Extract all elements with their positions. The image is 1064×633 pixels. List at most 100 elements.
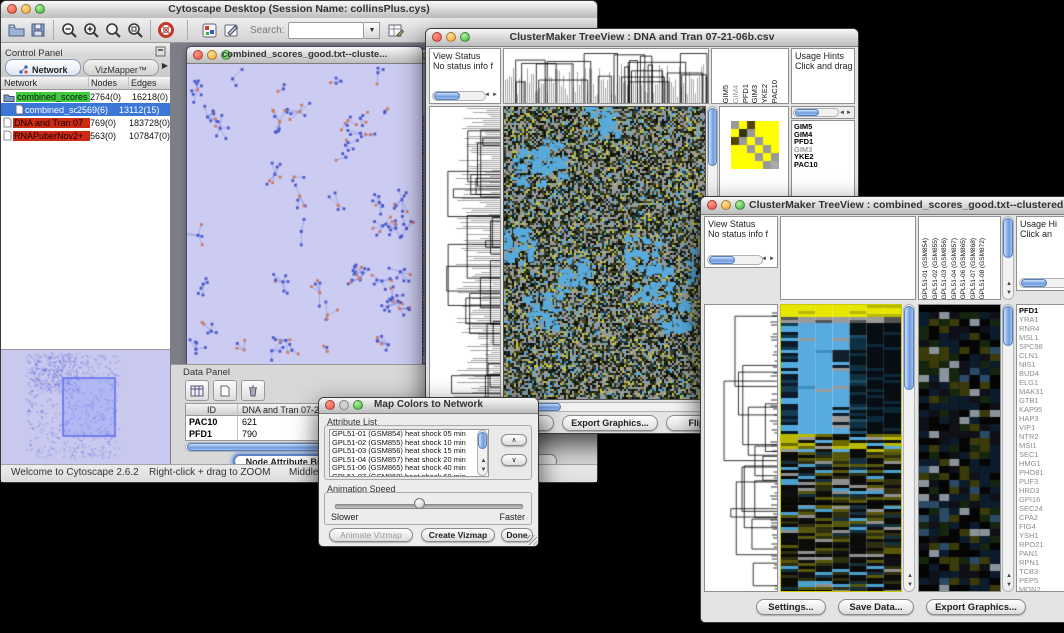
tab-vizmapper[interactable]: VizMapper™ [83,59,159,76]
attribute-select-icon[interactable] [185,380,209,401]
scroll-right-icon[interactable]: ► [769,254,775,264]
row-dendrogram-canvas[interactable] [705,305,777,591]
gene-13[interactable]: HAP3 [1017,414,1064,423]
birdseye-canvas[interactable] [1,350,170,465]
settings-button[interactable]: Settings... [756,599,826,615]
gene-label-6[interactable]: PAC10 [792,161,854,169]
gene-14[interactable]: VIP1 [1017,423,1064,432]
zoom-selected-icon[interactable] [103,21,123,40]
help-icon[interactable] [156,21,176,40]
scroll-down-icon[interactable]: ▼ [907,580,913,590]
birdseye-view[interactable] [1,349,170,465]
network-row-1[interactable]: combined_scores 2764(0) 16218(0) [1,90,170,103]
gene-30[interactable]: TCB3 [1017,567,1064,576]
gene-5[interactable]: SPC98 [1017,342,1064,351]
export-graphics-button[interactable]: Export Graphics... [562,415,658,431]
create-vizmap-button[interactable]: Create Vizmap [421,528,495,542]
gene-18[interactable]: HMG1 [1017,459,1064,468]
save-data-button[interactable]: Save Data... [838,599,914,615]
zoom-fit-icon[interactable] [125,21,145,40]
network-row-2-selected[interactable]: combined_sco 2569(6) 13112(15) [1,103,170,116]
gene-23[interactable]: SEC24 [1017,504,1064,513]
gene-24[interactable]: CPA2 [1017,513,1064,522]
summary-heatmap-canvas[interactable] [919,305,1000,591]
data-col-id[interactable]: ID [186,404,238,416]
attribute-list-vscroll[interactable]: ▲ ▼ [477,430,488,476]
gene-6[interactable]: CLN1 [1017,351,1064,360]
gene-12[interactable]: KAP95 [1017,405,1064,414]
gene-2[interactable]: YRA1 [1017,315,1064,324]
column-dendrogram-canvas[interactable] [504,49,708,103]
gene-29[interactable]: RPN1 [1017,558,1064,567]
tab-overflow-button[interactable]: ▶ [162,61,168,70]
move-down-button[interactable]: ∨ [501,454,527,466]
heatmap-canvas[interactable] [781,305,901,591]
gene-11[interactable]: GTB1 [1017,396,1064,405]
treeview-dna-titlebar[interactable]: ClusterMaker TreeView : DNA and Tran 07-… [426,29,858,47]
gene-4[interactable]: MSL1 [1017,333,1064,342]
heatmap-canvas[interactable] [504,107,705,399]
gene-15[interactable]: NTR2 [1017,432,1064,441]
dialog-titlebar[interactable]: Map Colors to Network [319,398,538,414]
main-titlebar[interactable]: Cytoscape Desktop (Session Name: collins… [1,1,597,19]
gene-17[interactable]: SEC1 [1017,450,1064,459]
gene-27[interactable]: RPO21 [1017,540,1064,549]
gene-22[interactable]: GPI16 [1017,495,1064,504]
open-session-icon[interactable] [6,21,26,40]
delete-attribute-icon[interactable] [241,380,265,401]
attribute-editor-icon[interactable] [386,21,406,40]
scroll-right-icon[interactable]: ► [492,90,498,100]
scroll-right-icon[interactable]: ► [846,108,852,118]
save-session-icon[interactable] [28,21,48,40]
speed-slider-thumb[interactable] [414,498,425,509]
view-status-hscroll[interactable] [707,255,763,265]
search-dropdown[interactable]: ▼ [364,22,380,39]
gene-16[interactable]: MSI1 [1017,441,1064,450]
gene-19[interactable]: PHO81 [1017,468,1064,477]
scroll-down-icon[interactable]: ▼ [1006,580,1012,590]
treeview-combined-titlebar[interactable]: ClusterMaker TreeView : combined_scores_… [701,197,1064,215]
move-up-button[interactable]: ∧ [501,434,527,446]
gene-21[interactable]: HRD3 [1017,486,1064,495]
tab-network[interactable]: Network [5,59,81,76]
zoom-out-icon[interactable] [59,21,79,40]
overlay-icon[interactable] [199,21,219,40]
gene-9[interactable]: ELG1 [1017,378,1064,387]
annotation-icon[interactable] [221,21,241,40]
scroll-down-icon[interactable]: ▼ [481,465,487,475]
view-status-hscroll[interactable] [432,91,486,101]
scroll-down-icon[interactable]: ▼ [1006,288,1012,298]
genelist-hscroll[interactable] [793,108,839,117]
network-view-canvas[interactable] [187,64,420,364]
network-row-4[interactable]: RNAPuberNov2+ 563(0) 107847(0) [1,129,170,142]
column-labels-vscroll[interactable]: ▲ ▼ [1002,216,1014,300]
gene-32[interactable]: MON2 [1017,585,1064,592]
row-dendrogram-canvas[interactable] [430,107,500,399]
new-attribute-icon[interactable] [213,380,237,401]
similarity-matrix-canvas[interactable] [731,121,779,169]
genelist-vscroll[interactable]: ▲ ▼ [1002,304,1014,592]
network-frame[interactable]: combined_scores_good.txt--cluste... [186,46,423,364]
gene-10[interactable]: MAK31 [1017,387,1064,396]
network-row-3[interactable]: DNA and Tran 07 769(0) 183728(0) [1,116,170,129]
gene-8[interactable]: BUD4 [1017,369,1064,378]
gene-20[interactable]: PUF3 [1017,477,1064,486]
export-graphics-button[interactable]: Export Graphics... [926,599,1026,615]
gene-3[interactable]: RNR4 [1017,324,1064,333]
scroll-left-icon[interactable]: ◄ [761,254,767,264]
gene-7[interactable]: NIS1 [1017,360,1064,369]
col-nodes[interactable]: Nodes [89,77,129,90]
usage-hscroll[interactable] [1019,278,1064,288]
col-edges[interactable]: Edges [129,77,170,90]
column-dendrogram-area[interactable] [780,216,916,300]
zoom-in-icon[interactable] [81,21,101,40]
scroll-left-icon[interactable]: ◄ [484,90,490,100]
gene-28[interactable]: PAN1 [1017,549,1064,558]
col-network[interactable]: Network [1,77,89,90]
gene-25[interactable]: FIG4 [1017,522,1064,531]
heatmap-vscroll[interactable]: ▲ ▼ [903,304,915,592]
gene-26[interactable]: YSH1 [1017,531,1064,540]
gene-31[interactable]: PEP5 [1017,576,1064,585]
speed-slider-track[interactable] [335,504,523,509]
search-input[interactable] [288,22,364,39]
